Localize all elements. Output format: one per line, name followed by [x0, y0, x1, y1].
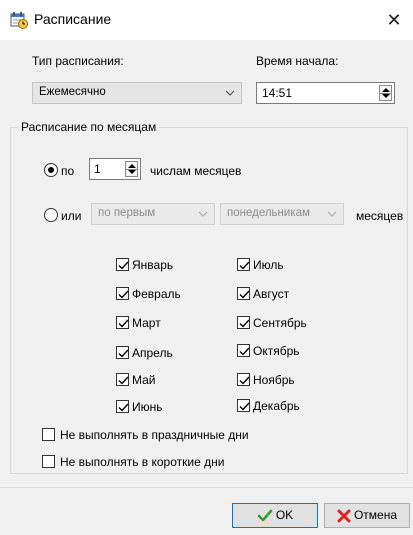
close-button[interactable]: ✕: [380, 6, 408, 34]
chevron-down-icon: [225, 90, 235, 96]
ordinal-value: по первым: [98, 207, 156, 219]
radio-by-day-label: по: [61, 164, 75, 178]
checkbox-skip-short-days[interactable]: [42, 455, 55, 468]
day-number-field[interactable]: 1: [89, 158, 141, 180]
chevron-down-icon: [327, 211, 337, 217]
radio-by-weekday-label: или: [61, 209, 82, 223]
checkbox-march[interactable]: [116, 316, 129, 329]
weekday-dropdown[interactable]: понедельникам: [220, 203, 344, 225]
schedule-type-label: Тип расписания:: [32, 54, 124, 68]
radio-by-weekday[interactable]: [44, 208, 58, 222]
day-number-value: 1: [94, 162, 101, 176]
cancel-button[interactable]: Отмена: [324, 503, 410, 528]
button-separator: [0, 487, 413, 488]
start-time-field[interactable]: 14:51: [256, 82, 395, 104]
checkbox-skip-holidays[interactable]: [42, 428, 55, 441]
chevron-down-icon: [198, 211, 208, 217]
month-label-july: Июль: [253, 258, 284, 272]
month-label-october: Октябрь: [253, 344, 300, 358]
month-label-february: Февраль: [132, 287, 181, 301]
skip-holidays-label: Не выполнять в праздничные дни: [60, 428, 249, 442]
window-title: Расписание: [34, 11, 112, 27]
weekday-value: понедельникам: [227, 207, 310, 219]
checkbox-october[interactable]: [237, 344, 250, 357]
checkbox-july[interactable]: [237, 258, 250, 271]
group-title: Расписание по месяцам: [18, 120, 160, 134]
cancel-button-label: Отмена: [353, 508, 398, 522]
month-label-april: Апрель: [132, 346, 173, 360]
checkbox-august[interactable]: [237, 287, 250, 300]
start-time-label: Время начала:: [256, 54, 339, 68]
checkbox-january[interactable]: [116, 258, 129, 271]
skip-short-days-label: Не выполнять в короткие дни: [60, 455, 225, 469]
day-number-spinner[interactable]: [125, 161, 138, 177]
checkbox-april[interactable]: [116, 346, 129, 359]
month-label-january: Январь: [132, 258, 174, 272]
checkmark-icon: [257, 509, 273, 522]
title-bar: Расписание ✕: [0, 0, 413, 40]
month-label-september: Сентябрь: [253, 316, 307, 330]
checkbox-november[interactable]: [237, 373, 250, 386]
ok-button[interactable]: OK: [232, 503, 318, 528]
checkbox-may[interactable]: [116, 373, 129, 386]
start-time-value: 14:51: [262, 86, 293, 100]
checkbox-september[interactable]: [237, 316, 250, 329]
checkbox-february[interactable]: [116, 287, 129, 300]
weekday-suffix-label: месяцев: [356, 209, 404, 223]
schedule-type-value: Ежемесячно: [39, 86, 106, 98]
radio-by-day[interactable]: [44, 163, 58, 177]
ordinal-dropdown[interactable]: по первым: [91, 203, 215, 225]
month-label-august: Август: [253, 287, 290, 301]
time-spinner[interactable]: [379, 85, 392, 101]
month-label-november: Ноябрь: [253, 373, 295, 387]
month-label-december: Декабрь: [253, 399, 300, 413]
ok-button-label: OK: [275, 508, 294, 522]
month-label-may: Май: [132, 373, 156, 387]
month-label-march: Март: [132, 316, 161, 330]
calendar-clock-icon: [10, 12, 28, 29]
month-label-june: Июнь: [132, 400, 163, 414]
day-suffix-label: числам месяцев: [150, 164, 242, 178]
monthly-schedule-group: [10, 127, 408, 474]
checkbox-june[interactable]: [116, 400, 129, 413]
schedule-type-dropdown[interactable]: Ежемесячно: [32, 82, 242, 104]
checkbox-december[interactable]: [237, 399, 250, 412]
red-x-icon: [337, 509, 351, 523]
